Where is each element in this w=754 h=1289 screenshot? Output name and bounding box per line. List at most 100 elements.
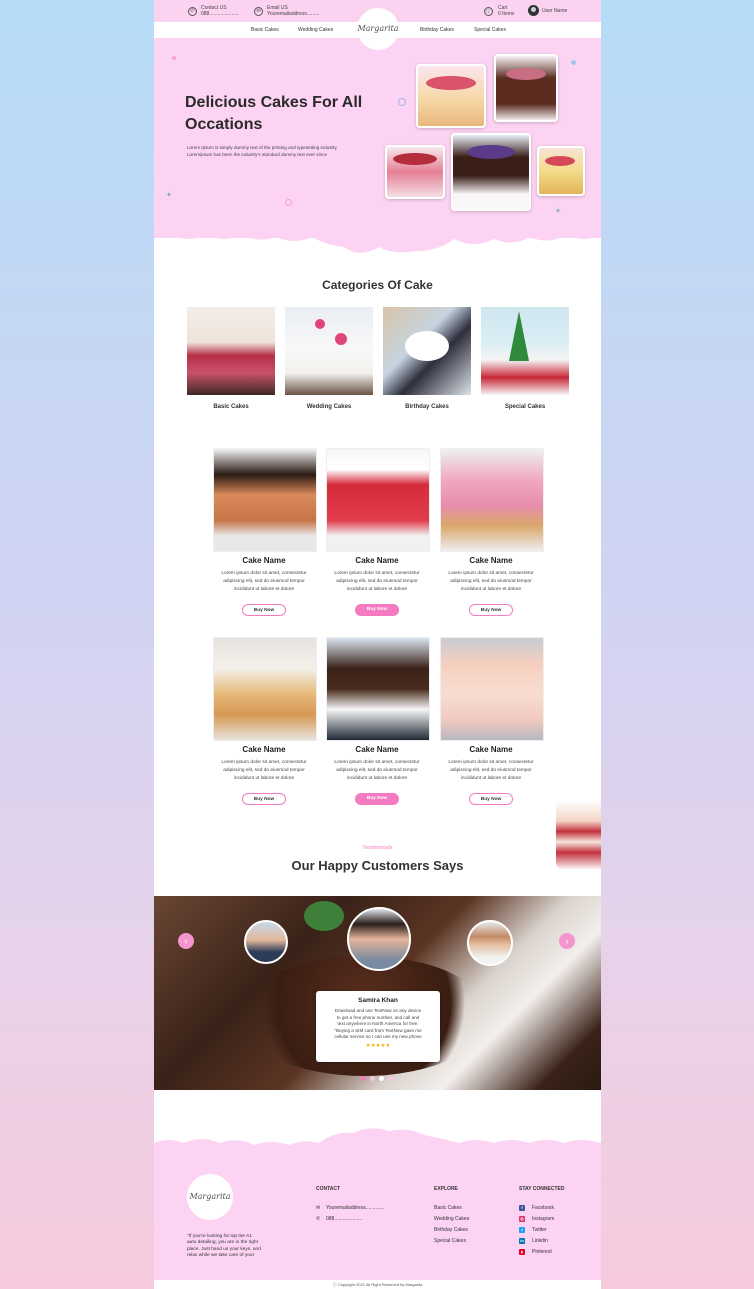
product-name[interactable]: Cake Name <box>326 745 428 754</box>
category-label-wedding[interactable]: Wedding Cakes <box>285 404 373 410</box>
product-image[interactable] <box>440 637 544 741</box>
category-label-special[interactable]: Special Cakes <box>481 404 569 410</box>
cake-topping-shape <box>393 153 437 165</box>
testimonial-author: Samira Khan <box>358 997 398 1004</box>
product-desc-line: adipiscing elit, sed do eiusmod tempor <box>336 579 418 584</box>
buy-now-button[interactable]: Buy Now <box>355 604 399 616</box>
cake-topping-shape <box>426 76 476 90</box>
cake-topping-shape <box>545 156 575 166</box>
category-image-wedding[interactable] <box>285 307 373 395</box>
product-name[interactable]: Cake Name <box>326 556 428 565</box>
hero-title: Delicious Cakes For All Occations <box>185 92 385 136</box>
product-desc-line: adipiscing elit, sed do eiusmod tempor <box>336 768 418 773</box>
product-name[interactable]: Cake Name <box>440 556 542 565</box>
page: ✆ Contact US 088..................... ✉ … <box>154 0 601 1289</box>
copyright-text: Copyright 2021 All Right Reserved by Mar… <box>337 1282 423 1287</box>
product-image[interactable] <box>213 448 317 552</box>
instagram-icon[interactable]: ◎ <box>519 1216 525 1222</box>
category-image-birthday[interactable] <box>383 307 471 395</box>
slider-dot[interactable] <box>388 1076 393 1081</box>
category-label-basic[interactable]: Basic Cakes <box>187 404 275 410</box>
footer-social-instagram[interactable]: Instagram <box>532 1216 554 1222</box>
footer-link-basic-cakes[interactable]: Basic Cakes <box>434 1205 462 1211</box>
sparkle-dot <box>172 56 176 60</box>
product-image[interactable] <box>326 448 430 552</box>
product-desc-line: incididunt ut labore et dolore <box>346 587 408 592</box>
quote-line: cellular service so I can use my new pho… <box>334 1034 422 1039</box>
footer-social-twitter[interactable]: Twitter <box>532 1227 547 1233</box>
customer-avatar-right[interactable] <box>467 920 513 966</box>
product-desc-line: incididunt ut labore et dolore <box>233 776 295 781</box>
product-desc-line: Lorem ipsum dolor sit amet, consectetur <box>448 571 534 576</box>
category-image-basic[interactable] <box>187 307 275 395</box>
logo-badge[interactable]: Margarita <box>357 8 399 50</box>
product-description: Lorem ipsum dolor sit amet, consectetur … <box>205 759 323 783</box>
product-description: Lorem ipsum dolor sit amet, consectetur … <box>318 570 436 594</box>
testimonials-heading: Our Happy Customers Says <box>291 858 464 873</box>
footer-phone-icon: ✆ <box>316 1216 321 1222</box>
nav-wedding-cakes[interactable]: Wedding Cakes <box>298 27 333 33</box>
category-image-special[interactable] <box>481 307 569 395</box>
product-desc-line: Lorem ipsum dolor sit amet, consectetur <box>448 760 534 765</box>
linkedin-icon[interactable]: in <box>519 1238 525 1244</box>
product-desc-line: incididunt ut labore et dolore <box>460 587 522 592</box>
product-name[interactable]: Cake Name <box>213 556 315 565</box>
footer-social-linkedin[interactable]: Linkdin <box>532 1238 548 1244</box>
contact-value[interactable]: 088..................... <box>201 11 239 17</box>
product-name[interactable]: Cake Name <box>213 745 315 754</box>
buy-now-button[interactable]: Buy Now <box>469 604 513 616</box>
footer-link-special-cakes[interactable]: Special Cakes <box>434 1238 466 1244</box>
product-name[interactable]: Cake Name <box>440 745 542 754</box>
customer-avatar-left[interactable] <box>244 920 288 964</box>
tree-shape <box>509 311 529 361</box>
hero-title-line-2: Occations <box>185 116 263 133</box>
nav-basic-cakes[interactable]: Basic Cakes <box>251 27 279 33</box>
hero-desc-line-2: Loremipsum has been the industry's stand… <box>187 152 328 157</box>
facebook-icon[interactable]: f <box>519 1205 525 1211</box>
buy-now-button[interactable]: Buy Now <box>355 793 399 805</box>
slider-dot[interactable] <box>370 1076 375 1081</box>
cake-top-shape <box>405 331 449 361</box>
copyright-bar: ⓒ Copyright 2021 All Right Reserved by M… <box>154 1280 601 1289</box>
cake-topping-shape <box>467 145 515 159</box>
sparkle-ring <box>398 98 406 106</box>
footer-contact-email[interactable]: Youremailaddress............. <box>326 1205 384 1211</box>
mail-icon: ✉ <box>254 7 263 16</box>
slider-dot-active[interactable] <box>379 1076 384 1081</box>
footer-logo[interactable]: Margarita <box>187 1174 233 1220</box>
user-avatar-icon[interactable] <box>528 5 539 16</box>
product-description: Lorem ipsum dolor sit amet, consectetur … <box>205 570 323 594</box>
buy-now-button[interactable]: Buy Now <box>242 793 286 805</box>
footer-link-birthday-cakes[interactable]: Birthday Cakes <box>434 1227 468 1233</box>
nav-birthday-cakes[interactable]: Birthday Cakes <box>420 27 454 33</box>
slider-dot[interactable] <box>361 1076 366 1081</box>
prev-arrow-icon[interactable]: ‹ <box>178 933 194 949</box>
cart-icon[interactable]: 🛒 <box>484 7 493 16</box>
product-image[interactable] <box>326 637 430 741</box>
twitter-icon[interactable]: t <box>519 1227 525 1233</box>
product-desc-line: incididunt ut labore et dolore <box>460 776 522 781</box>
email-value[interactable]: Youremailaddress......... <box>267 11 319 17</box>
category-label-birthday[interactable]: Birthday Cakes <box>383 404 471 410</box>
mint-leaf-shape <box>304 901 344 931</box>
footer-social-pinterest[interactable]: Pinterest <box>532 1249 552 1255</box>
next-arrow-icon[interactable]: › <box>559 933 575 949</box>
sparkle-ring <box>285 199 292 206</box>
user-name[interactable]: User Name <box>542 8 567 14</box>
product-desc-line: Lorem ipsum dolor sit amet, consectetur <box>221 760 307 765</box>
footer-mail-icon: ✉ <box>316 1205 321 1211</box>
pinterest-icon[interactable]: p <box>519 1249 525 1255</box>
customer-avatar-active[interactable] <box>347 907 411 971</box>
hero-wave-divider <box>154 225 601 253</box>
footer-contact-phone[interactable]: 088.................... <box>326 1216 362 1222</box>
nav-special-cakes[interactable]: Special Cakes <box>474 27 506 33</box>
product-description: Lorem ipsum dolor sit amet, consectetur … <box>318 759 436 783</box>
product-image[interactable] <box>213 637 317 741</box>
buy-now-button[interactable]: Buy Now <box>242 604 286 616</box>
footer-link-wedding-cakes[interactable]: Wedding Cakes <box>434 1216 469 1222</box>
product-image[interactable] <box>440 448 544 552</box>
footer-social-facebook[interactable]: Facebook <box>532 1205 554 1211</box>
testimonials-eyebrow: Testimonials <box>362 845 393 851</box>
buy-now-button[interactable]: Buy Now <box>469 793 513 805</box>
sparkle-star: ✦ <box>555 208 561 215</box>
